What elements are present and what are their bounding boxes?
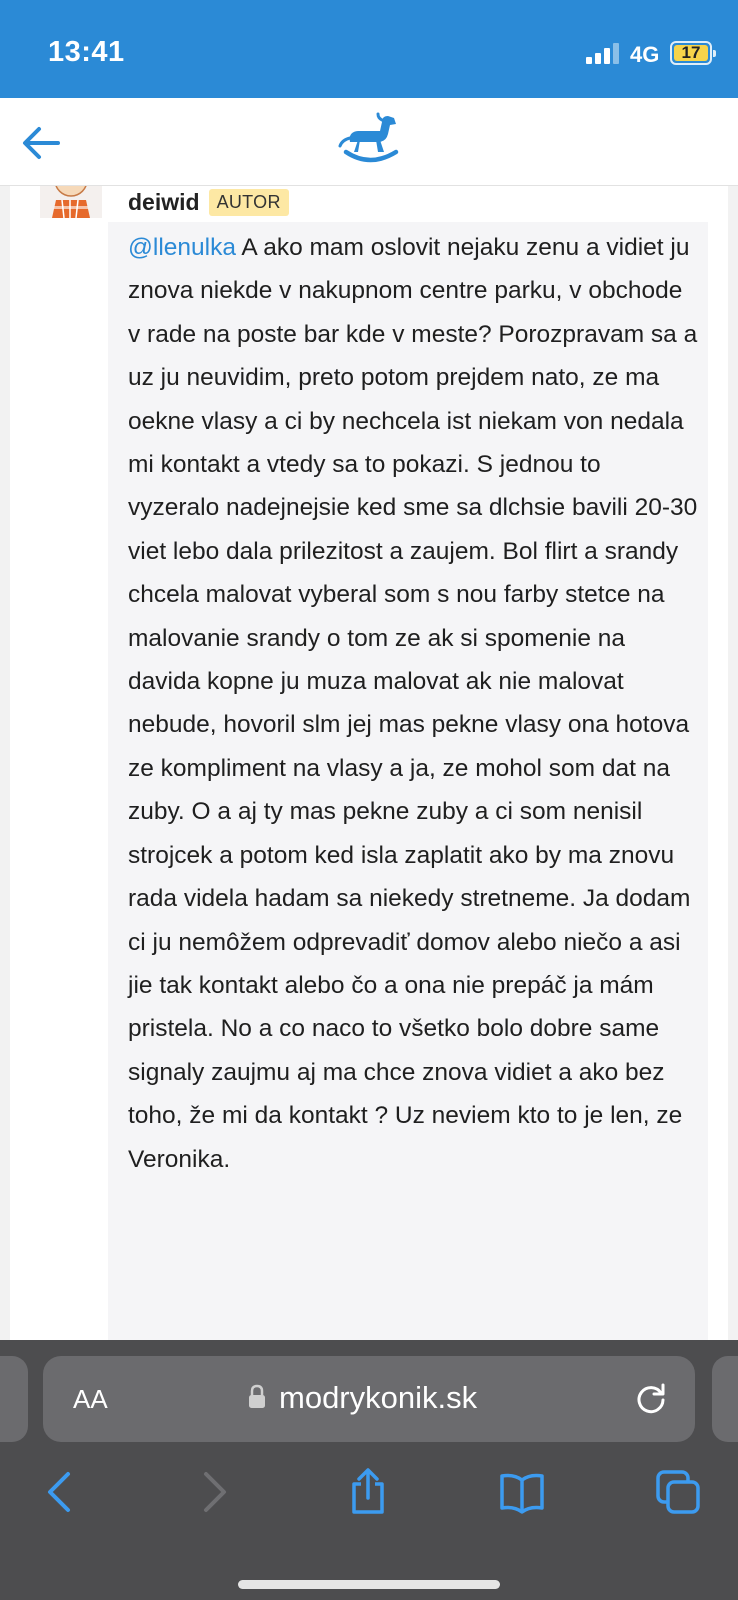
post-card: deiwid AUTOR @llenulka A ako mam oslovit…	[10, 186, 728, 1526]
message-bubble: @llenulka A ako mam oslovit nejaku zenu …	[108, 222, 708, 1499]
address-bar[interactable]: AA modrykonik.sk	[43, 1356, 695, 1442]
share-icon[interactable]	[344, 1468, 392, 1516]
chevron-left-icon[interactable]	[36, 1468, 84, 1516]
home-indicator	[238, 1580, 500, 1589]
bookmarks-icon[interactable]	[498, 1468, 546, 1516]
message-text: @llenulka A ako mam oslovit nejaku zenu …	[128, 226, 698, 1181]
top-app-bar	[0, 98, 738, 186]
tabs-icon[interactable]	[654, 1468, 702, 1516]
author-badge: AUTOR	[208, 188, 289, 216]
chevron-right-icon[interactable]	[190, 1468, 238, 1516]
status-bar: 13:41 4G 17	[0, 0, 738, 98]
browser-bottom-bar: AA modrykonik.sk	[0, 1340, 738, 1600]
battery-icon: 17	[670, 41, 716, 65]
browser-toolbar	[0, 1450, 738, 1530]
lock-icon	[247, 1384, 267, 1410]
cellular-signal-icon	[586, 42, 622, 64]
arrow-left-icon[interactable]	[18, 120, 64, 166]
next-tab-preview[interactable]	[712, 1356, 738, 1442]
battery-level: 17	[681, 43, 701, 62]
author-name[interactable]: deiwid	[128, 189, 200, 216]
text-size-button[interactable]: AA	[73, 1384, 108, 1415]
reload-icon[interactable]	[633, 1380, 669, 1416]
rocking-horse-logo[interactable]	[338, 112, 402, 170]
avatar[interactable]	[40, 186, 102, 218]
network-type: 4G	[630, 42, 660, 67]
url-domain[interactable]: modrykonik.sk	[279, 1380, 477, 1416]
post-author: deiwid AUTOR	[128, 186, 289, 218]
status-time: 13:41	[48, 36, 125, 68]
mention-link[interactable]: @llenulka	[128, 234, 236, 261]
previous-tab-preview[interactable]	[0, 1356, 28, 1442]
message-body: A ako mam oslovit nejaku zenu a vidiet j…	[128, 234, 698, 1173]
